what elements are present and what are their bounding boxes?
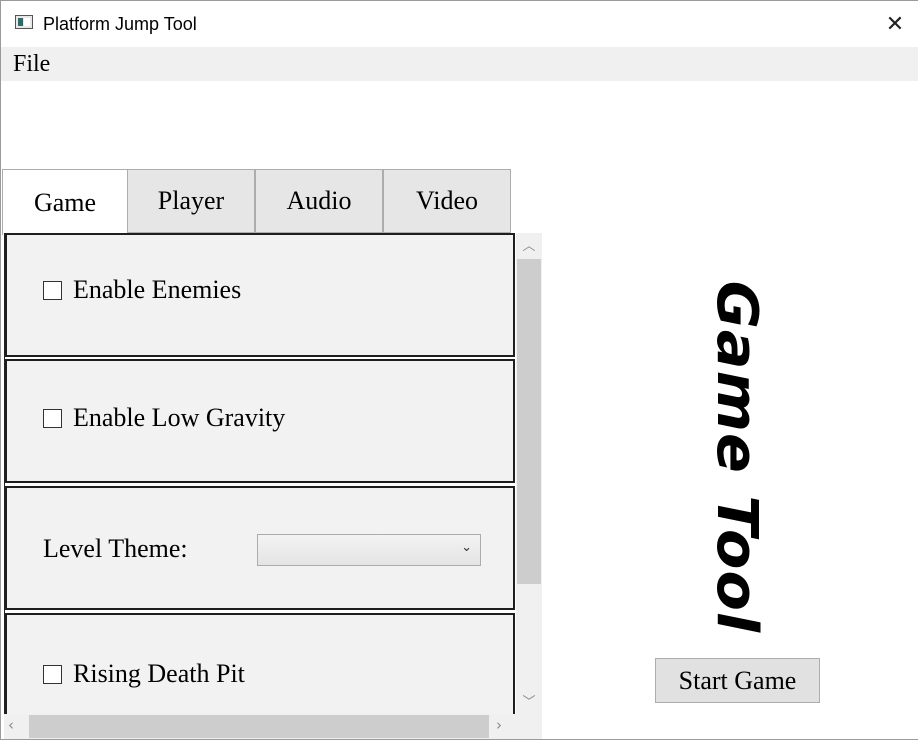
vertical-scrollbar[interactable]: ︿ ﹀ xyxy=(516,233,542,714)
vertical-scroll-thumb[interactable] xyxy=(517,259,541,584)
rising-death-pit-row: Rising Death Pit xyxy=(5,613,515,714)
level-theme-select[interactable]: ⌄ xyxy=(257,534,481,566)
tab-player[interactable]: Player xyxy=(127,169,255,233)
app-icon xyxy=(15,15,33,29)
scroll-down-icon[interactable]: ﹀ xyxy=(516,691,542,710)
chevron-down-icon: ⌄ xyxy=(461,540,472,555)
tab-video[interactable]: Video xyxy=(383,169,511,233)
scroll-left-icon[interactable]: ‹ xyxy=(8,716,14,734)
logo-text: Game Tool xyxy=(704,280,770,634)
tab-game[interactable]: Game xyxy=(2,169,128,235)
window-title: Platform Jump Tool xyxy=(43,14,197,34)
start-game-button[interactable]: Start Game xyxy=(655,658,820,703)
rising-death-pit-label[interactable]: Rising Death Pit xyxy=(73,659,245,689)
enable-low-gravity-label[interactable]: Enable Low Gravity xyxy=(73,403,285,433)
level-theme-row: Level Theme: ⌄ xyxy=(5,486,515,610)
rising-death-pit-checkbox[interactable] xyxy=(43,665,62,684)
enable-low-gravity-row: Enable Low Gravity xyxy=(5,359,515,483)
horizontal-scrollbar[interactable]: ‹ › xyxy=(4,714,542,739)
enable-low-gravity-checkbox[interactable] xyxy=(43,409,62,428)
level-theme-label: Level Theme: xyxy=(43,534,188,563)
close-icon: ✕ xyxy=(885,11,905,37)
game-tool-logo: Game Tool xyxy=(697,281,777,633)
scroll-up-icon[interactable]: ︿ xyxy=(516,235,542,254)
menu-bar: File xyxy=(1,47,918,81)
horizontal-scroll-thumb[interactable] xyxy=(29,715,489,738)
app-window: Platform Jump Tool ✕ File Game Player Au… xyxy=(0,0,918,740)
scroll-right-icon[interactable]: › xyxy=(496,716,502,734)
enable-enemies-checkbox[interactable] xyxy=(43,281,62,300)
menu-file[interactable]: File xyxy=(13,51,50,78)
close-button[interactable]: ✕ xyxy=(872,1,918,47)
enable-enemies-row: Enable Enemies xyxy=(5,233,515,357)
title-bar: Platform Jump Tool ✕ xyxy=(1,1,918,47)
enable-enemies-label[interactable]: Enable Enemies xyxy=(73,275,241,305)
game-settings-panel: Enable Enemies Enable Low Gravity Level … xyxy=(4,233,517,714)
tab-audio[interactable]: Audio xyxy=(255,169,383,233)
